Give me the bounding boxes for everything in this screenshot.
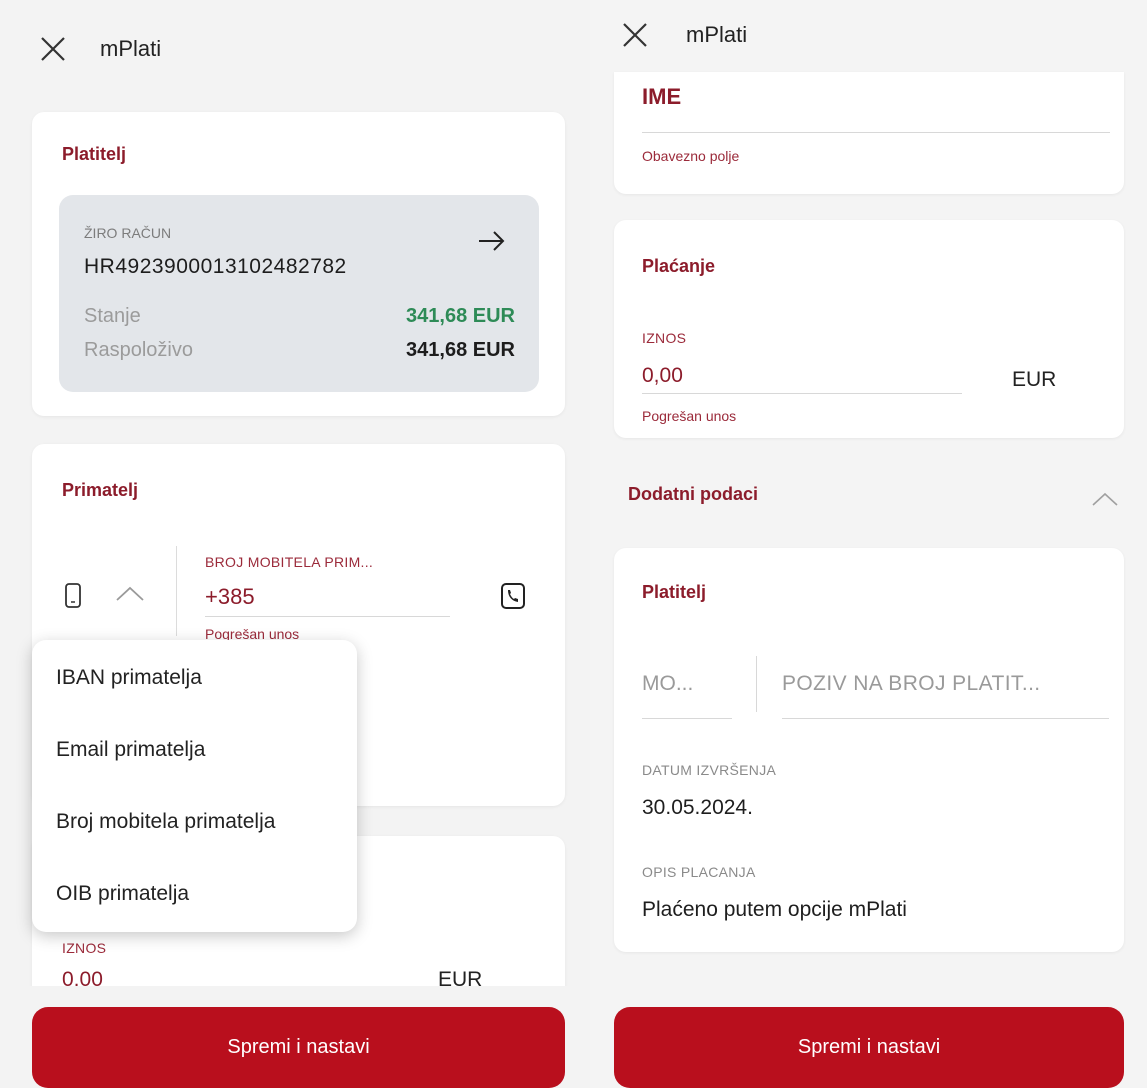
- page-title: mPlati: [686, 22, 748, 47]
- contact-phone-icon[interactable]: [500, 582, 526, 610]
- additional-data-card: Platitelj MO... POZIV NA BROJ PLATIT... …: [614, 548, 1124, 952]
- model-input[interactable]: MO...: [642, 672, 693, 696]
- additional-data-toggle[interactable]: Dodatni podaci: [614, 470, 1124, 526]
- payer-card: Platitelj ŽIRO RAČUN HR49239000131024827…: [32, 112, 565, 416]
- account-selector[interactable]: ŽIRO RAČUN HR4923900013102482782 Stanje …: [59, 195, 539, 392]
- menu-item-mobile[interactable]: Broj mobitela primatelja: [56, 810, 275, 834]
- execution-date-value[interactable]: 30.05.2024.: [642, 796, 753, 820]
- recipient-type-menu: IBAN primatelja Email primatelja Broj mo…: [32, 640, 357, 932]
- payment-amount-label: IZNOS: [642, 330, 687, 346]
- top-bar: mPlati: [590, 0, 1147, 80]
- payment-description-label: OPIS PLACANJA: [642, 864, 756, 880]
- recipient-input-underline: [205, 616, 450, 617]
- payer-section-title: Platitelj: [62, 144, 127, 164]
- account-type: ŽIRO RAČUN: [84, 225, 172, 241]
- right-screen: mPlati IME Obavezno polje Plaćanje IZNOS…: [590, 0, 1147, 1088]
- name-field-error: Obavezno polje: [642, 148, 740, 164]
- recipient-section-title: Primatelj: [62, 480, 139, 500]
- payment-card: Plaćanje IZNOS 0,00 EUR Pogrešan unos: [614, 220, 1124, 438]
- field-divider: [176, 546, 177, 636]
- save-continue-button[interactable]: Spremi i nastavi: [614, 1007, 1124, 1088]
- amount-input-underline: [642, 393, 962, 394]
- additional-section-title: Dodatni podaci: [628, 484, 758, 504]
- menu-item-iban[interactable]: IBAN primatelja: [56, 666, 202, 690]
- chevron-up-icon[interactable]: [1090, 490, 1120, 508]
- close-icon[interactable]: [618, 18, 652, 52]
- available-label: Raspoloživo: [84, 339, 193, 361]
- name-card: IME Obavezno polje: [614, 72, 1124, 194]
- balance-value: 341,68 EUR: [406, 305, 515, 327]
- name-field-label: IME: [642, 84, 682, 109]
- left-screen: mPlati Platitelj ŽIRO RAČUN HR4923900013…: [0, 0, 590, 1088]
- reference-input[interactable]: POZIV NA BROJ PLATIT...: [782, 672, 1041, 696]
- mobile-phone-icon[interactable]: [63, 582, 83, 610]
- execution-date-label: DATUM IZVRŠENJA: [642, 762, 777, 778]
- chevron-up-icon[interactable]: [114, 584, 146, 604]
- additional-payer-title: Platitelj: [642, 582, 707, 602]
- model-underline: [642, 718, 732, 719]
- save-continue-button[interactable]: Spremi i nastavi: [32, 1007, 565, 1088]
- field-divider: [756, 656, 757, 712]
- recipient-field-label: BROJ MOBITELA PRIM...: [205, 554, 374, 570]
- payment-section-title: Plaćanje: [642, 256, 716, 276]
- payment-amount-error: Pogrešan unos: [642, 408, 737, 424]
- available-value: 341,68 EUR: [406, 339, 515, 361]
- arrow-right-icon[interactable]: [475, 228, 509, 254]
- top-bar: mPlati: [0, 0, 590, 90]
- payment-currency: EUR: [1012, 368, 1057, 391]
- payment-amount-input[interactable]: 0,00: [642, 364, 683, 388]
- menu-item-email[interactable]: Email primatelja: [56, 738, 205, 762]
- menu-item-oib[interactable]: OIB primatelja: [56, 882, 189, 906]
- page-title: mPlati: [100, 36, 162, 61]
- recipient-phone-input[interactable]: +385: [205, 584, 255, 610]
- name-input-underline[interactable]: [642, 132, 1110, 133]
- balance-label: Stanje: [84, 305, 141, 327]
- account-iban: HR4923900013102482782: [84, 255, 347, 278]
- close-icon[interactable]: [36, 32, 70, 66]
- reference-underline: [782, 718, 1109, 719]
- payment-description-value[interactable]: Plaćeno putem opcije mPlati: [642, 898, 907, 922]
- amount-label: IZNOS: [62, 940, 107, 956]
